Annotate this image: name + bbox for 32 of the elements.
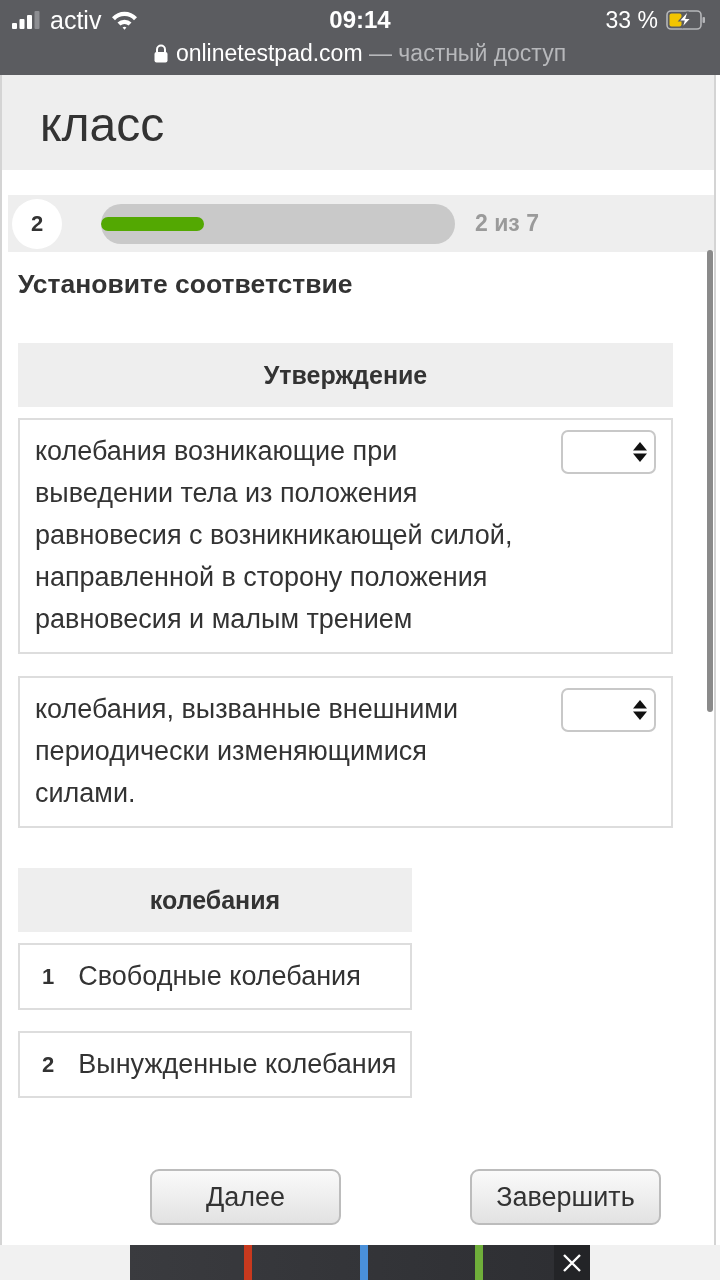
page-title: класс [40, 97, 166, 153]
carrier-name: activ [50, 5, 102, 35]
lock-icon [153, 43, 168, 63]
banner-stripe [244, 1245, 252, 1280]
question-number-badge: 2 [12, 198, 62, 249]
statement-text: колебания, вызванные внешними периодически изменяющимися силами. [35, 693, 459, 810]
wifi-icon [111, 10, 139, 30]
url-domain[interactable]: onlinetestpad.com [175, 39, 363, 66]
banner-stripe [360, 1245, 368, 1280]
answer-select[interactable] [561, 688, 656, 732]
statements-heading: Утверждение [18, 343, 673, 407]
nav-button[interactable]: Далее [150, 1169, 341, 1225]
statement-text: колебания возникающие при выведении тела из положения равновесия с возникникающей силой, направленной в сторону положения равновесия и малым трением [35, 435, 514, 636]
battery-percent: 33 % [605, 6, 658, 34]
close-icon [563, 1253, 581, 1272]
option-number: 2 [42, 1051, 55, 1078]
signal-icon [12, 11, 40, 29]
question-prompt: Установите соответствие [18, 269, 354, 299]
options-heading: колебания [18, 868, 412, 932]
banner-stripe [475, 1245, 483, 1280]
progress-counter: 2 из 7 [475, 210, 539, 237]
close-button[interactable] [554, 1245, 590, 1280]
option-number: 1 [42, 963, 55, 990]
up-down-arrows-icon [633, 442, 647, 462]
answer-select[interactable] [561, 430, 656, 474]
up-down-arrows-icon [633, 700, 647, 720]
option-text: Вынужденные колебания [78, 1049, 397, 1080]
clock-time: 09:14 [329, 6, 391, 34]
battery-charging-icon [666, 10, 706, 30]
nav-button[interactable]: Завершить [470, 1169, 661, 1225]
option-text: Свободные колебания [78, 961, 361, 992]
url-note: — частный доступ [368, 39, 567, 66]
